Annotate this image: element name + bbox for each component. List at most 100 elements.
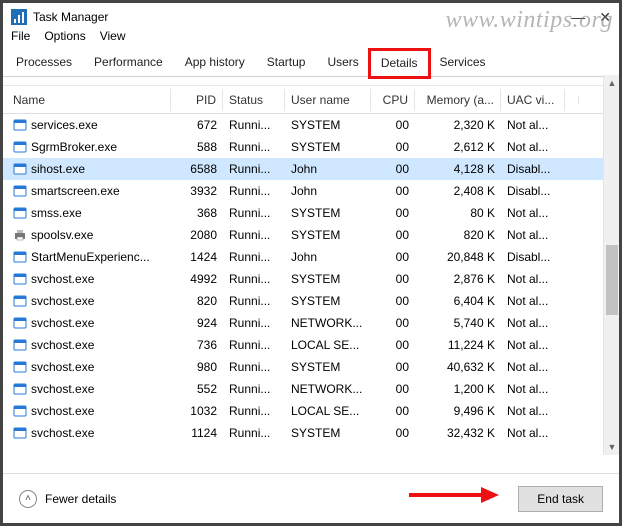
column-header[interactable]: User name	[285, 89, 371, 111]
cell-uac: Not al...	[501, 228, 565, 242]
cell-user: SYSTEM	[285, 272, 371, 286]
process-name-cell: svchost.exe	[7, 272, 171, 286]
tab-users[interactable]: Users	[316, 49, 369, 76]
cell-mem: 2,876 K	[415, 272, 501, 286]
cell-mem: 20,848 K	[415, 250, 501, 264]
process-row[interactable]: svchost.exe980Runni...SYSTEM0040,632 KNo…	[3, 356, 619, 378]
cell-mem: 2,320 K	[415, 118, 501, 132]
cell-cpu: 00	[371, 272, 415, 286]
window-title: Task Manager	[33, 10, 108, 24]
cell-cpu: 00	[371, 294, 415, 308]
cell-user: John	[285, 250, 371, 264]
fewer-details-label: Fewer details	[45, 492, 116, 506]
process-row[interactable]: svchost.exe1032Runni...LOCAL SE...009,49…	[3, 400, 619, 422]
process-name-cell: StartMenuExperienc...	[7, 250, 171, 264]
app-window-icon	[13, 382, 27, 396]
tab-details[interactable]: Details	[370, 50, 429, 77]
cell-status: Runni...	[223, 250, 285, 264]
app-window-icon	[13, 118, 27, 132]
column-header[interactable]: CPU	[371, 89, 415, 111]
tab-performance[interactable]: Performance	[83, 49, 174, 76]
close-button[interactable]: ✕	[599, 9, 611, 26]
cell-pid: 924	[171, 316, 223, 330]
tab-app-history[interactable]: App history	[174, 49, 256, 76]
cell-user: LOCAL SE...	[285, 338, 371, 352]
cell-user: NETWORK...	[285, 316, 371, 330]
minimize-button[interactable]: —	[571, 9, 585, 26]
process-row[interactable]: svchost.exe924Runni...NETWORK...005,740 …	[3, 312, 619, 334]
process-name: spoolsv.exe	[31, 228, 93, 242]
cell-user: SYSTEM	[285, 206, 371, 220]
cell-mem: 5,740 K	[415, 316, 501, 330]
app-window-icon	[13, 294, 27, 308]
app-window-icon	[13, 140, 27, 154]
cell-pid: 6588	[171, 162, 223, 176]
cell-pid: 1032	[171, 404, 223, 418]
fewer-details-toggle[interactable]: ˄ Fewer details	[19, 490, 116, 508]
process-name: StartMenuExperienc...	[31, 250, 150, 264]
process-row[interactable]: sihost.exe6588Runni...John004,128 KDisab…	[3, 158, 619, 180]
tab-processes[interactable]: Processes	[5, 49, 83, 76]
app-window-icon	[13, 250, 27, 264]
cell-pid: 3932	[171, 184, 223, 198]
column-header[interactable]: Name	[7, 89, 171, 111]
process-name-cell: svchost.exe	[7, 426, 171, 440]
cell-user: SYSTEM	[285, 118, 371, 132]
column-header[interactable]: Memory (a...	[415, 89, 501, 111]
process-name: smss.exe	[31, 206, 82, 220]
cell-pid: 820	[171, 294, 223, 308]
process-name: sihost.exe	[31, 162, 85, 176]
cell-mem: 32,432 K	[415, 426, 501, 440]
process-row[interactable]: smartscreen.exe3932Runni...John002,408 K…	[3, 180, 619, 202]
cell-cpu: 00	[371, 250, 415, 264]
process-row[interactable]: svchost.exe552Runni...NETWORK...001,200 …	[3, 378, 619, 400]
cell-mem: 2,612 K	[415, 140, 501, 154]
process-row[interactable]: svchost.exe820Runni...SYSTEM006,404 KNot…	[3, 290, 619, 312]
cell-mem: 820 K	[415, 228, 501, 242]
cell-uac: Not al...	[501, 118, 565, 132]
menu-view[interactable]: View	[100, 29, 126, 43]
cell-pid: 672	[171, 118, 223, 132]
cell-cpu: 00	[371, 404, 415, 418]
process-row[interactable]: services.exe672Runni...SYSTEM002,320 KNo…	[3, 114, 619, 136]
cell-cpu: 00	[371, 360, 415, 374]
column-header[interactable]: Status	[223, 89, 285, 111]
process-name: svchost.exe	[31, 338, 94, 352]
scroll-down-icon[interactable]: ▼	[604, 439, 620, 455]
process-row[interactable]: svchost.exe4992Runni...SYSTEM002,876 KNo…	[3, 268, 619, 290]
vertical-scrollbar[interactable]: ▲ ▼	[603, 75, 619, 455]
cell-uac: Not al...	[501, 426, 565, 440]
cell-uac: Disabl...	[501, 250, 565, 264]
cell-mem: 6,404 K	[415, 294, 501, 308]
cell-uac: Not al...	[501, 338, 565, 352]
cell-user: John	[285, 162, 371, 176]
process-row[interactable]: smss.exe368Runni...SYSTEM0080 KNot al...	[3, 202, 619, 224]
process-name-cell: svchost.exe	[7, 360, 171, 374]
process-name: svchost.exe	[31, 426, 94, 440]
cell-status: Runni...	[223, 162, 285, 176]
process-name: svchost.exe	[31, 272, 94, 286]
cell-pid: 1124	[171, 426, 223, 440]
process-row[interactable]: spoolsv.exe2080Runni...SYSTEM00820 KNot …	[3, 224, 619, 246]
chevron-up-icon: ˄	[19, 490, 37, 508]
cell-status: Runni...	[223, 316, 285, 330]
process-name: svchost.exe	[31, 316, 94, 330]
tab-startup[interactable]: Startup	[256, 49, 317, 76]
cell-mem: 40,632 K	[415, 360, 501, 374]
process-name-cell: svchost.exe	[7, 404, 171, 418]
scroll-up-icon[interactable]: ▲	[604, 75, 620, 91]
process-row[interactable]: StartMenuExperienc...1424Runni...John002…	[3, 246, 619, 268]
menu-file[interactable]: File	[11, 29, 30, 43]
process-row[interactable]: svchost.exe736Runni...LOCAL SE...0011,22…	[3, 334, 619, 356]
column-header[interactable]: PID	[171, 89, 223, 111]
scrollbar-thumb[interactable]	[606, 245, 618, 315]
cell-cpu: 00	[371, 382, 415, 396]
end-task-button[interactable]: End task	[518, 486, 603, 512]
app-window-icon	[13, 426, 27, 440]
menu-options[interactable]: Options	[44, 29, 85, 43]
process-row[interactable]: SgrmBroker.exe588Runni...SYSTEM002,612 K…	[3, 136, 619, 158]
column-header[interactable]: UAC vi...	[501, 89, 565, 111]
tab-services[interactable]: Services	[429, 49, 497, 76]
process-row[interactable]: svchost.exe1124Runni...SYSTEM0032,432 KN…	[3, 422, 619, 444]
printer-icon	[13, 228, 27, 242]
